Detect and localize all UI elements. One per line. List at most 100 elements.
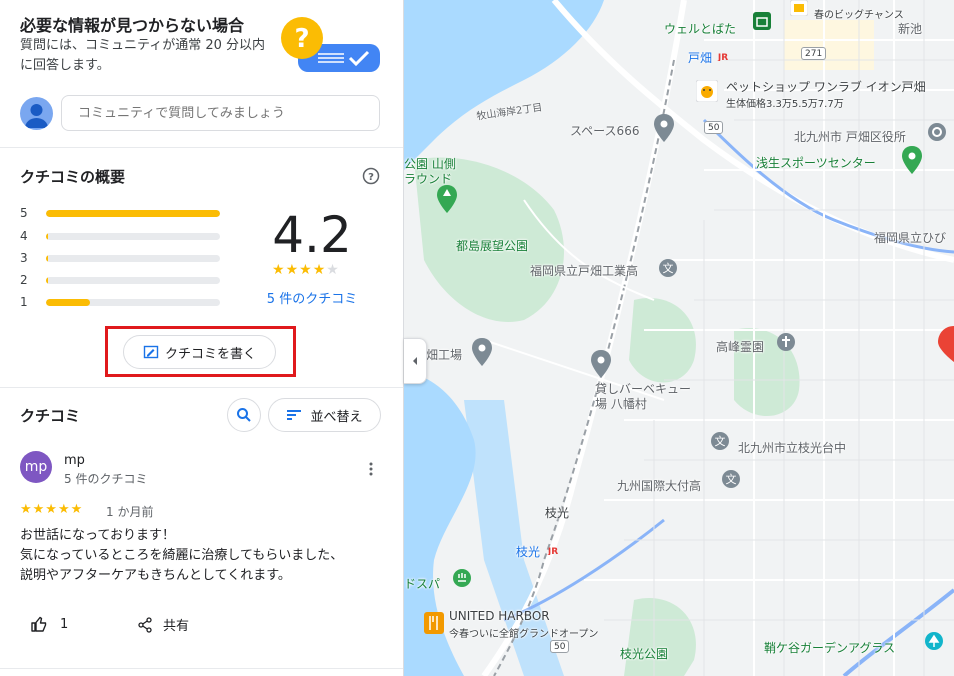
tree-pin-icon[interactable] bbox=[437, 185, 457, 213]
edit-review-icon bbox=[143, 345, 159, 359]
share-label: 共有 bbox=[163, 619, 190, 634]
map-label-spa[interactable]: ドスパ bbox=[404, 575, 440, 592]
rating-bar-row[interactable]: 4 bbox=[20, 229, 220, 243]
reviewer-avatar[interactable]: mp bbox=[20, 451, 52, 483]
like-button[interactable]: 1 bbox=[30, 615, 68, 633]
sort-button[interactable]: 並べ替え bbox=[268, 398, 381, 432]
route-50-shield: 50 bbox=[704, 121, 724, 134]
map-label-space666[interactable]: スペース666 bbox=[570, 122, 639, 139]
school-icon[interactable]: 文 bbox=[721, 469, 741, 489]
garden-icon[interactable] bbox=[924, 631, 944, 651]
rating-star: ★ bbox=[272, 262, 286, 278]
store-icon[interactable] bbox=[790, 0, 808, 16]
map-label-united-harbor-sub: 今春ついに全館グランドオープン bbox=[449, 629, 599, 640]
map-label-edamitsudai[interactable]: 北九州市立枝光台中 bbox=[738, 439, 846, 456]
map-view[interactable]: ウェルとばた 戸畑 ペットショップ ワンラブ イオン戸畑 生体価格3.3万5.5… bbox=[404, 0, 954, 676]
search-reviews-button[interactable] bbox=[227, 398, 261, 432]
svg-text:文: 文 bbox=[715, 434, 726, 448]
rating-bar-fill bbox=[46, 299, 90, 306]
map-label-garden-aglass[interactable]: 鞘ケ谷ガーデンアグラス bbox=[764, 639, 895, 656]
rating-bar-label: 3 bbox=[20, 251, 28, 265]
write-review-button[interactable]: クチコミを書く bbox=[123, 335, 276, 369]
map-label-fukuoka-high[interactable]: 福岡県立ひび bbox=[874, 229, 946, 246]
help-icon[interactable]: ? bbox=[362, 167, 380, 185]
rating-bar-label: 2 bbox=[20, 273, 28, 287]
rating-bar-row[interactable]: 5 bbox=[20, 206, 220, 220]
rating-bar-row[interactable]: 1 bbox=[20, 295, 220, 309]
park-pin-icon[interactable] bbox=[902, 146, 922, 174]
map-label-ward-office[interactable]: 北九州市 戸畑区役所 bbox=[794, 128, 906, 145]
review-stars: ★★★★★ bbox=[20, 502, 84, 517]
pet-shop-icon[interactable] bbox=[696, 80, 718, 102]
review-count-link[interactable]: 5 件のクチコミ bbox=[262, 288, 362, 307]
jr-station-icon: JR bbox=[717, 53, 728, 61]
hot-spring-icon[interactable] bbox=[452, 568, 472, 588]
collapse-panel-button[interactable] bbox=[404, 338, 427, 384]
review-text-line: 気になっているところを綺麗に治療してもらいました、 bbox=[20, 548, 344, 563]
qa-description: 質問には、コミュニティが通常 20 分以内に回答します。 bbox=[20, 38, 266, 73]
route-271-shield: 271 bbox=[801, 47, 827, 60]
rating-bar-track bbox=[46, 299, 220, 306]
map-label-tobata-tech[interactable]: 福岡県立戸畑工業高 bbox=[530, 262, 638, 279]
government-office-icon[interactable] bbox=[927, 122, 947, 142]
map-pin-icon[interactable] bbox=[654, 114, 674, 142]
share-button[interactable]: 共有 bbox=[137, 615, 189, 634]
map-label-kyushu-intl[interactable]: 九州国際大付高 bbox=[617, 477, 701, 494]
svg-text:JR: JR bbox=[547, 547, 558, 555]
map-label-top-text: 春のビッグチャンス bbox=[814, 10, 904, 21]
school-icon[interactable]: 文 bbox=[710, 431, 730, 451]
place-side-panel: 必要な情報が見つからない場合 質問には、コミュニティが通常 20 分以内に回答し… bbox=[0, 0, 404, 676]
map-label-bbq-2: 場 八幡村 bbox=[595, 397, 647, 411]
map-label-pet-shop[interactable]: ペットショップ ワンラブ イオン戸畑 bbox=[726, 78, 926, 95]
svg-text:JR: JR bbox=[717, 53, 728, 61]
cemetery-icon[interactable] bbox=[776, 332, 796, 352]
school-icon[interactable]: 文 bbox=[658, 258, 678, 278]
divider bbox=[0, 668, 403, 669]
map-label-tobata-station[interactable]: 戸畑 bbox=[688, 49, 712, 66]
average-rating-stars: ★★★★★ bbox=[272, 262, 340, 278]
chevron-left-icon bbox=[413, 357, 417, 365]
search-icon bbox=[237, 408, 251, 422]
divider bbox=[0, 147, 403, 148]
svg-text:文: 文 bbox=[663, 261, 674, 275]
map-label-edamitsu-park[interactable]: 枝光公園 bbox=[620, 645, 668, 662]
rating-star: ★ bbox=[299, 262, 313, 278]
review-text-line: お世話になっております！ bbox=[20, 528, 175, 543]
route-50-shield-south: 50 bbox=[550, 640, 570, 653]
rating-bar-track bbox=[46, 233, 220, 240]
rating-bar-fill bbox=[46, 255, 48, 262]
rating-bar-row[interactable]: 2 bbox=[20, 273, 220, 287]
rating-bar-track bbox=[46, 255, 220, 262]
shopping-icon[interactable] bbox=[753, 12, 771, 30]
rating-bar-fill bbox=[46, 277, 48, 284]
svg-text:?: ? bbox=[294, 24, 309, 54]
reviewer-name[interactable]: mp bbox=[64, 453, 85, 468]
map-label-edamitsu-station[interactable]: 枝光 bbox=[516, 543, 540, 560]
review-overview-title: クチコミの概要 bbox=[20, 168, 126, 186]
rating-bar-fill bbox=[46, 233, 48, 240]
restaurant-icon[interactable] bbox=[424, 612, 444, 634]
map-label-wel-tobata[interactable]: ウェルとばた bbox=[664, 20, 736, 37]
rating-star: ★ bbox=[326, 262, 340, 278]
ask-community-input[interactable] bbox=[61, 95, 380, 131]
rating-bar-label: 5 bbox=[20, 206, 28, 220]
more-options-icon[interactable] bbox=[362, 460, 380, 478]
rating-bar-fill bbox=[46, 210, 220, 217]
jr-station-icon: JR bbox=[547, 547, 558, 555]
map-pin-icon[interactable] bbox=[472, 338, 492, 366]
user-avatar bbox=[20, 97, 53, 130]
write-review-label: クチコミを書く bbox=[164, 346, 256, 362]
map-label-edamitsu-area: 枝光 bbox=[545, 506, 570, 520]
map-label-tojima-park[interactable]: 都島展望公園 bbox=[456, 237, 528, 254]
map-label-kouho-reien[interactable]: 高峰霊園 bbox=[716, 338, 764, 355]
map-label-factory[interactable]: 畑工場 bbox=[426, 346, 462, 363]
map-pin-icon[interactable] bbox=[591, 350, 611, 378]
map-label-asao-sports[interactable]: 浅生スポーツセンター bbox=[756, 154, 876, 171]
rating-star: ★ bbox=[285, 262, 300, 278]
rating-bar-label: 4 bbox=[20, 229, 28, 243]
map-label-pet-shop-sub: 生体価格3.3万5.5万7.7万 bbox=[726, 99, 844, 110]
map-label-united-harbor[interactable]: UNITED HARBOR bbox=[449, 609, 550, 623]
rating-bar-row[interactable]: 3 bbox=[20, 251, 220, 265]
rating-bar-label: 1 bbox=[20, 295, 28, 309]
average-rating: 4.2 bbox=[272, 206, 352, 264]
